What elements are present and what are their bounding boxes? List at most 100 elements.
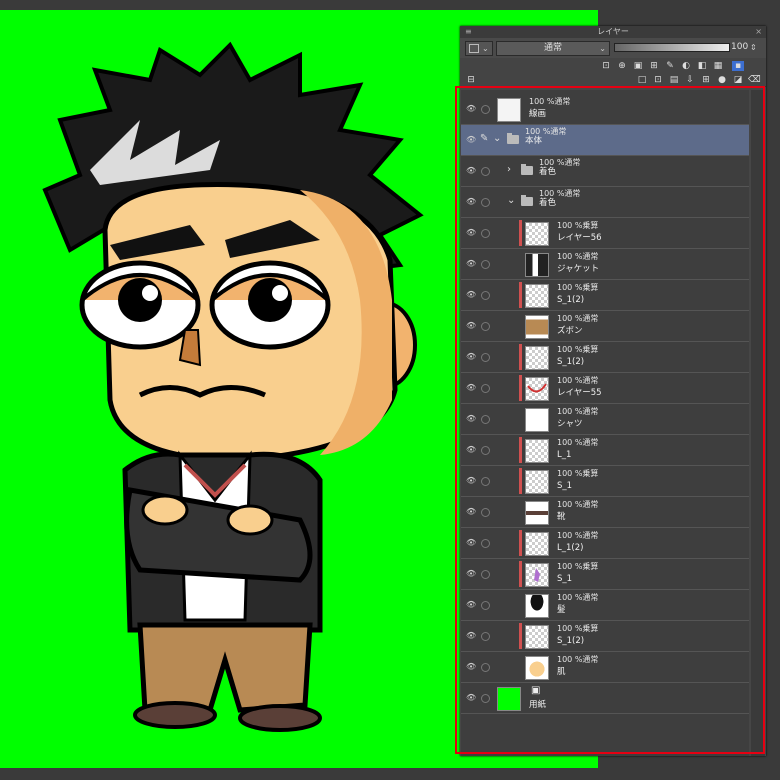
select-dot-icon[interactable] [481, 570, 490, 579]
select-dot-icon[interactable] [481, 663, 490, 672]
select-dot-icon[interactable] [481, 694, 490, 703]
eye-icon[interactable]: 👁 [466, 321, 476, 331]
select-dot-icon[interactable] [481, 384, 490, 393]
layer-name-label: S_1(2) [557, 295, 585, 305]
layer-move-icon[interactable]: ⊟ [465, 75, 477, 85]
eye-icon[interactable]: 👁 [466, 414, 476, 424]
layer-thumbnail [525, 594, 549, 618]
eye-icon[interactable]: 👁 [466, 445, 476, 455]
layer-blend-label: 100 %通常 [529, 97, 571, 106]
new-folder-icon[interactable]: ▤ [668, 75, 680, 85]
opacity-spin-icon[interactable]: ⇕ [750, 41, 757, 54]
eye-icon[interactable]: 👁 [466, 569, 476, 579]
eye-icon[interactable]: 👁 [466, 135, 476, 145]
new-raster-layer-icon[interactable]: □ [636, 75, 648, 85]
layer-row[interactable]: 👁 100 %通常 L_1 [461, 435, 749, 466]
eye-icon[interactable]: 👁 [466, 290, 476, 300]
select-dot-icon[interactable] [481, 539, 490, 548]
panel-close-icon[interactable]: × [755, 26, 762, 38]
layer-thumbnail [525, 284, 549, 308]
select-dot-icon[interactable] [481, 446, 490, 455]
layer-name-label: 肌 [557, 667, 566, 677]
eye-icon[interactable]: 👁 [466, 538, 476, 548]
layer-row[interactable]: 👁 ✎ ⌄ 100 %通常 本体 [461, 125, 749, 156]
clip-icon[interactable]: ⊡ [600, 61, 612, 71]
lock-icon[interactable]: ▣ [632, 61, 644, 71]
select-dot-icon[interactable] [481, 167, 490, 176]
layer-blend-label: 100 %通常 [557, 376, 599, 385]
layer-row[interactable]: 👁 100 %乗算 レイヤー56 [461, 218, 749, 249]
mask-icon[interactable]: ◐ [680, 61, 692, 71]
eye-icon[interactable]: 👁 [466, 507, 476, 517]
select-dot-icon[interactable] [481, 229, 490, 238]
ref-icon[interactable]: ⊕ [616, 61, 628, 71]
layer-blend-label: 100 %通常 [557, 593, 599, 602]
select-dot-icon[interactable] [481, 105, 490, 114]
eye-icon[interactable]: 👁 [466, 476, 476, 486]
chevron-right-icon[interactable]: › [507, 164, 511, 175]
select-dot-icon[interactable] [481, 508, 490, 517]
trash-icon[interactable]: ⌫ [748, 75, 761, 85]
eye-icon[interactable]: 👁 [466, 166, 476, 176]
blend-mode-select[interactable]: 通常 ⌄ [496, 41, 610, 56]
layer-row[interactable]: 👁 100 %通常髪 [461, 590, 749, 621]
combine-icon[interactable]: ⊞ [700, 75, 712, 85]
layer-row[interactable]: 👁 100 %乗算 S_1 [461, 466, 749, 497]
layer-row[interactable]: 👁 100 %通常 シャツ [461, 404, 749, 435]
select-dot-icon[interactable] [481, 353, 490, 362]
layer-row[interactable]: 👁 100 %乗算 S_1(2) [461, 342, 749, 373]
layer-list-scrollbar[interactable] [751, 90, 765, 756]
eye-icon[interactable]: 👁 [466, 197, 476, 207]
select-dot-icon[interactable] [481, 198, 490, 207]
eye-icon[interactable]: 👁 [466, 631, 476, 641]
select-dot-icon[interactable] [481, 322, 490, 331]
transfer-down-icon[interactable]: ⇩ [684, 75, 696, 85]
layer-row[interactable]: 👁 100 %乗算 S_1 [461, 559, 749, 590]
draft-icon[interactable]: ✎ [664, 61, 676, 71]
layer-row[interactable]: 👁 100 %通常靴 [461, 497, 749, 528]
eye-icon[interactable]: 👁 [466, 104, 476, 114]
mask-add-icon[interactable]: ● [716, 75, 728, 85]
layer-row[interactable]: 👁 100 %通常 レイヤー55 [461, 373, 749, 404]
eye-icon[interactable]: 👁 [466, 600, 476, 610]
expression-color-button[interactable]: ⌄ [465, 41, 493, 56]
eye-icon[interactable]: 👁 [466, 693, 476, 703]
layer-panel: ≡ レイヤー × ⌄ 通常 ⌄ 100 ⇕ ⊡ ⊕ ▣ ⊞ ✎ ◐ ◧ ▦ ▪ … [460, 26, 766, 756]
select-dot-icon[interactable] [481, 260, 490, 269]
layer-row[interactable]: 👁 100 %通常 L_1(2) [461, 528, 749, 559]
clip-indicator [519, 561, 522, 587]
select-dot-icon[interactable] [481, 477, 490, 486]
layer-color-icon[interactable]: ▪ [732, 61, 744, 71]
layer-row[interactable]: 👁 100 %通常 ズボン [461, 311, 749, 342]
eye-icon[interactable]: 👁 [466, 662, 476, 672]
chevron-down-icon[interactable]: ⌄ [493, 133, 501, 144]
layer-name-label: 髪 [557, 605, 566, 615]
opacity-slider[interactable] [614, 43, 730, 52]
eye-icon[interactable]: 👁 [466, 352, 476, 362]
layer-row[interactable]: 👁 100 %乗算 S_1(2) [461, 280, 749, 311]
layer-row[interactable]: 👁 ▣ 用紙 [461, 683, 749, 714]
layer-row[interactable]: 👁 100 %通常肌 [461, 652, 749, 683]
eye-icon[interactable]: 👁 [466, 228, 476, 238]
layer-row[interactable]: 👁 › 100 %通常 着色 [461, 156, 749, 187]
opacity-value[interactable]: 100 [731, 41, 748, 54]
layer-row[interactable]: 👁 100 %通常 ジャケット [461, 249, 749, 280]
lock-alpha-icon[interactable]: ⊞ [648, 61, 660, 71]
select-dot-icon[interactable] [481, 632, 490, 641]
eye-icon[interactable]: 👁 [466, 383, 476, 393]
clip-indicator [519, 375, 522, 401]
layer-row[interactable]: 👁 ⌄ 100 %通常 着色 [461, 187, 749, 218]
palette-color-icon[interactable]: ▦ [712, 61, 724, 71]
select-dot-icon[interactable] [481, 601, 490, 610]
layer-row[interactable]: 👁 100 %通常 線画 [461, 94, 749, 125]
select-dot-icon[interactable] [481, 415, 490, 424]
mask-apply-icon[interactable]: ◪ [732, 75, 744, 85]
layer-row[interactable]: 👁 100 %乗算 S_1(2) [461, 621, 749, 652]
eye-icon[interactable]: 👁 [466, 259, 476, 269]
chevron-down-icon[interactable]: ⌄ [507, 195, 515, 206]
select-dot-icon[interactable] [481, 291, 490, 300]
new-vector-layer-icon[interactable]: ⊡ [652, 75, 664, 85]
layer-list[interactable]: 👁 100 %通常 線画 👁 ✎ ⌄ 100 %通常 本体 👁 › 100 %通常 着色 👁 ⌄ 100 %… [461, 90, 749, 756]
layer-name-label: 着色 [539, 167, 557, 177]
show-mask-icon[interactable]: ◧ [696, 61, 708, 71]
